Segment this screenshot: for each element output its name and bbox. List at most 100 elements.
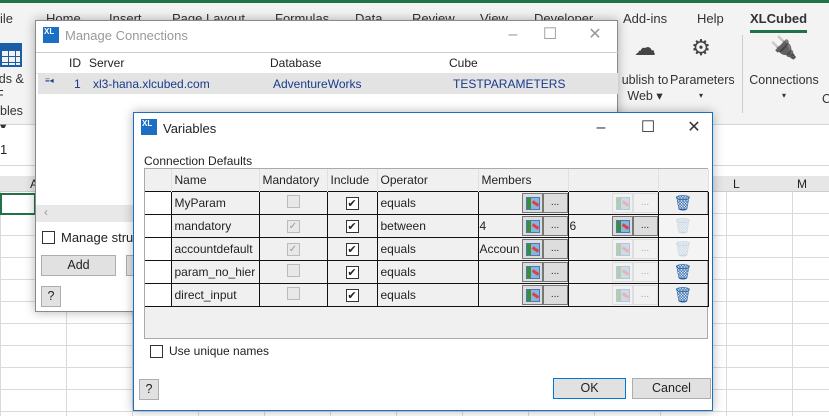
use-unique-names-label: Use unique names <box>169 344 270 358</box>
trash-icon[interactable]: 🗑 <box>673 286 692 304</box>
maximize-icon[interactable]: ☐ <box>638 118 658 138</box>
connection-type-icon: ≡◂ <box>45 76 54 85</box>
row-header[interactable] <box>145 259 172 284</box>
include-checkbox[interactable]: ✔ <box>345 288 359 302</box>
tab-xlcubed[interactable]: XLCubed <box>750 11 808 33</box>
member-picker-icon[interactable] <box>521 192 543 213</box>
row-header[interactable] <box>145 213 172 238</box>
variable-row[interactable]: mandatory ✓ ✔ between 4... 6... 🗑 <box>145 213 709 238</box>
member-browse-button: ... <box>632 192 657 213</box>
close-icon[interactable]: ✕ <box>684 118 704 138</box>
ok-button[interactable]: OK <box>553 378 626 399</box>
operator-select[interactable]: equals <box>376 236 479 261</box>
connections-button[interactable]: 🔌 Connections ▾ <box>748 35 820 104</box>
variables-dialog: XL Variables – ☐ ✕ Connection Defaults N… <box>133 112 713 411</box>
minimize-icon[interactable]: – <box>591 118 611 138</box>
parameters-button[interactable]: ⚙ Parameters ▾ <box>670 35 735 104</box>
connection-row[interactable]: ≡◂ 1 xl3-hana.xlcubed.com AdventureWorks… <box>38 74 618 94</box>
cell-cube: TESTPARAMETERS <box>453 77 566 91</box>
member-picker-icon[interactable] <box>521 238 543 259</box>
member-browse-button[interactable]: ... <box>542 192 567 213</box>
trash-icon[interactable]: 🗑 <box>673 194 692 212</box>
header-server: Server <box>89 56 125 70</box>
variable-row[interactable]: MyParam ✔ equals ... ... 🗑 <box>145 190 709 215</box>
header-members: Members <box>478 169 569 191</box>
row-header[interactable] <box>145 236 172 261</box>
header-operator: Operator <box>377 169 479 191</box>
variable-name[interactable]: mandatory <box>170 213 260 238</box>
grids-tables-button[interactable]: ids & F bles ▾ <box>0 43 30 135</box>
member-browse-button[interactable]: ... <box>542 284 567 305</box>
operator-select[interactable]: equals <box>376 190 479 215</box>
operator-select[interactable]: equals <box>376 259 479 284</box>
dialog-titlebar: XL Variables – ☐ ✕ <box>134 113 712 141</box>
close-icon[interactable]: ✕ <box>585 25 605 45</box>
member-browse-button[interactable]: ... <box>632 215 657 236</box>
column-l[interactable]: L <box>733 177 740 191</box>
maximize-icon[interactable]: ☐ <box>540 25 560 45</box>
cancel-button[interactable]: Cancel <box>632 378 711 399</box>
variable-row[interactable]: accountdefault ✓ ✔ equals Accoun... ... … <box>145 236 709 261</box>
variable-row[interactable]: direct_input ✔ equals ... ... 🗑 <box>145 282 709 307</box>
include-checkbox[interactable]: ✔ <box>345 219 359 233</box>
publish-to-web-button[interactable]: ☁ ublish to Web ▾ <box>617 35 673 104</box>
variables-grid: Name Mandatory Include Operator Members … <box>144 168 709 339</box>
section-label: Connection Defaults <box>144 154 253 168</box>
member-picker-icon <box>611 192 633 213</box>
tab-add-ins[interactable]: Add-ins <box>623 11 667 26</box>
help-button[interactable]: ? <box>41 286 61 307</box>
member-value-1[interactable]: 4 <box>480 219 487 233</box>
name-box[interactable]: 1 <box>0 142 7 157</box>
member-picker-icon[interactable] <box>521 261 543 282</box>
member-browse-button[interactable]: ... <box>542 215 567 236</box>
member-value-2[interactable]: 6 <box>570 219 577 233</box>
manage-structures-checkbox[interactable] <box>42 231 55 244</box>
help-button[interactable]: ? <box>139 379 159 400</box>
tab-help[interactable]: Help <box>697 11 724 26</box>
member-browse-button[interactable]: ... <box>542 238 567 259</box>
row-header[interactable] <box>145 190 172 215</box>
cell-database: AdventureWorks <box>273 77 362 91</box>
variable-name[interactable]: accountdefault <box>170 236 260 261</box>
member-picker-icon[interactable] <box>521 215 543 236</box>
mandatory-checkbox: ✓ <box>286 220 300 233</box>
include-checkbox[interactable]: ✔ <box>345 265 359 279</box>
include-checkbox[interactable]: ✔ <box>345 242 359 256</box>
include-checkbox[interactable]: ✔ <box>345 196 359 210</box>
member-browse-button: ... <box>632 238 657 259</box>
scroll-left-icon[interactable]: ‹ <box>44 205 48 219</box>
member-value-1[interactable]: Accoun <box>480 242 520 256</box>
column-m[interactable]: M <box>797 177 807 191</box>
member-browse-button: ... <box>632 261 657 282</box>
header-cube: Cube <box>449 56 478 70</box>
operator-select[interactable]: equals <box>376 282 479 307</box>
member-picker-icon[interactable] <box>611 215 633 236</box>
minimize-icon[interactable]: – <box>503 25 523 45</box>
selected-cell[interactable] <box>0 193 36 215</box>
variable-row[interactable]: param_no_hier ✔ equals ... ... 🗑 <box>145 259 709 284</box>
ribbon-overflow-label[interactable]: C <box>822 91 829 107</box>
member-picker-icon[interactable] <box>521 284 543 305</box>
row-header[interactable] <box>145 282 172 307</box>
plug-icon: 🔌 <box>770 35 798 60</box>
gears-icon: ⚙ <box>691 35 711 60</box>
use-unique-names-checkbox[interactable] <box>150 345 163 358</box>
variable-name[interactable]: param_no_hier <box>170 259 260 284</box>
operator-select[interactable]: between <box>376 213 479 238</box>
dialog-title: Variables <box>163 121 217 136</box>
trash-icon[interactable]: 🗑 <box>673 263 692 281</box>
mandatory-checkbox: ✓ <box>286 243 300 256</box>
variable-name[interactable]: MyParam <box>170 190 260 215</box>
member-picker-icon <box>611 284 633 305</box>
member-browse-button[interactable]: ... <box>542 261 567 282</box>
dialog-title: Manage Connections <box>65 28 188 43</box>
add-button[interactable]: Add <box>41 255 116 276</box>
tab-file[interactable]: ile <box>0 11 13 26</box>
cloud-upload-icon: ☁ <box>634 35 656 60</box>
mandatory-checkbox <box>286 194 300 208</box>
dialog-titlebar: XL Manage Connections – ☐ ✕ <box>36 21 617 49</box>
mandatory-checkbox <box>286 263 300 277</box>
variable-name[interactable]: direct_input <box>170 282 260 307</box>
member-browse-button: ... <box>632 284 657 305</box>
horizontal-scrollbar[interactable]: ‹ <box>36 205 136 222</box>
